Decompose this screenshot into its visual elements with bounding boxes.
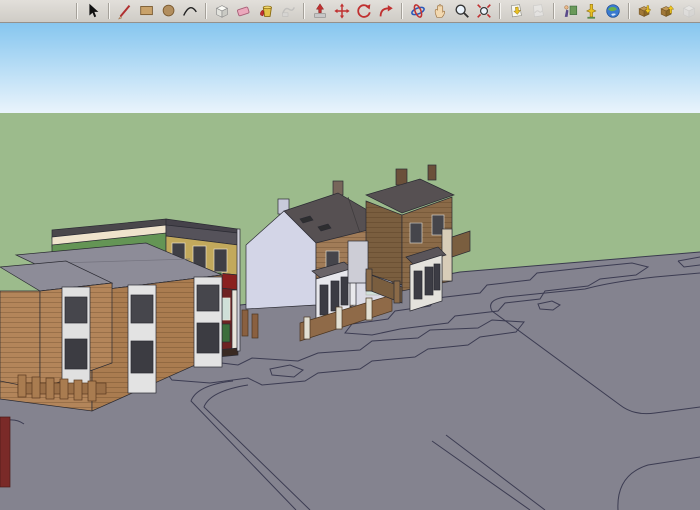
toolbar-separator bbox=[205, 3, 207, 19]
select-icon bbox=[84, 2, 102, 20]
toggle-terrain-tool-button[interactable] bbox=[527, 1, 549, 21]
toolbar-separator bbox=[553, 3, 555, 19]
paint-bucket-icon bbox=[257, 2, 275, 20]
get-models-tool-button[interactable] bbox=[634, 1, 656, 21]
main-toolbar bbox=[0, 0, 700, 23]
toolbar-separator bbox=[108, 3, 110, 19]
pan-tool-button[interactable] bbox=[429, 1, 451, 21]
eraser-tool-button[interactable] bbox=[233, 1, 255, 21]
google-earth-globe-icon bbox=[604, 2, 622, 20]
toolbar-separator bbox=[401, 3, 403, 19]
push-pull-arrow-icon bbox=[311, 2, 329, 20]
orbit-tool-button[interactable] bbox=[407, 1, 429, 21]
crate-download-icon bbox=[636, 2, 654, 20]
select-tool-button[interactable] bbox=[82, 1, 104, 21]
follow-me-tool-button[interactable] bbox=[277, 1, 299, 21]
circular-arrows-icon bbox=[355, 2, 373, 20]
hand-icon bbox=[431, 2, 449, 20]
terrain-page-icon bbox=[529, 2, 547, 20]
offset-arrow-icon bbox=[377, 2, 395, 20]
rotate-tool-button[interactable] bbox=[353, 1, 375, 21]
arc-tool-button[interactable] bbox=[180, 1, 202, 21]
move-tool-button[interactable] bbox=[331, 1, 353, 21]
preview-in-google-earth-tool-button[interactable] bbox=[602, 1, 624, 21]
zoom-extents-tool-button[interactable] bbox=[473, 1, 495, 21]
magnifier-extents-icon bbox=[475, 2, 493, 20]
toolbar-empty-dock-area bbox=[2, 2, 72, 20]
get-current-view-tool-button[interactable] bbox=[505, 1, 527, 21]
yellow-figure-icon bbox=[582, 2, 600, 20]
toolbar-separator bbox=[628, 3, 630, 19]
pale-box-icon bbox=[680, 2, 698, 20]
magnifier-icon bbox=[453, 2, 471, 20]
crate-upload-icon bbox=[658, 2, 676, 20]
orbit-icon bbox=[409, 2, 427, 20]
toolbar-separator bbox=[499, 3, 501, 19]
share-component-tool-button[interactable] bbox=[678, 1, 700, 21]
viewport-3d[interactable] bbox=[0, 23, 700, 510]
figure-easel-icon bbox=[561, 2, 579, 20]
pencil-icon bbox=[116, 2, 134, 20]
toolbar-separator bbox=[303, 3, 305, 19]
eraser-icon bbox=[235, 2, 253, 20]
follow-me-icon bbox=[279, 2, 297, 20]
toolbar-separator bbox=[76, 3, 78, 19]
arc-icon bbox=[181, 2, 199, 20]
component-box-icon bbox=[213, 2, 231, 20]
push-pull-tool-button[interactable] bbox=[309, 1, 331, 21]
offset-tool-button[interactable] bbox=[375, 1, 397, 21]
circle-icon bbox=[160, 2, 178, 20]
photo-textures-tool-button[interactable] bbox=[559, 1, 581, 21]
four-way-arrows-icon bbox=[333, 2, 351, 20]
paint-bucket-tool-button[interactable] bbox=[255, 1, 277, 21]
share-model-tool-button[interactable] bbox=[656, 1, 678, 21]
place-model-tool-button[interactable] bbox=[581, 1, 603, 21]
zoom-tool-button[interactable] bbox=[451, 1, 473, 21]
line-tool-button[interactable] bbox=[114, 1, 136, 21]
sky bbox=[0, 23, 700, 113]
make-component-tool-button[interactable] bbox=[211, 1, 233, 21]
circle-tool-button[interactable] bbox=[158, 1, 180, 21]
rectangle-icon bbox=[138, 2, 156, 20]
rectangle-tool-button[interactable] bbox=[136, 1, 158, 21]
page-down-arrow-icon bbox=[507, 2, 525, 20]
